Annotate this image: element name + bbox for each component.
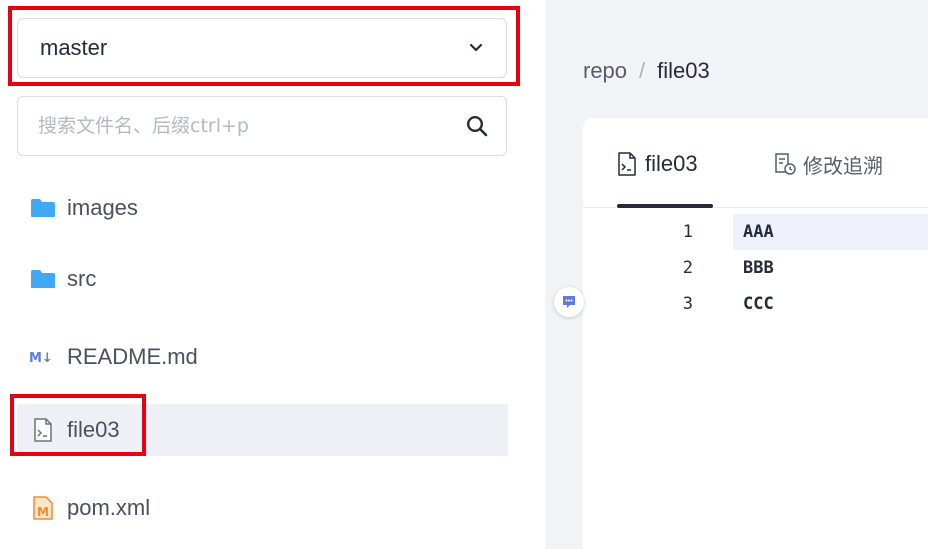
svg-text:M↓: M↓ — [29, 351, 53, 365]
code-view: 1 AAA 2 BBB 3 CCC — [583, 214, 928, 322]
code-line: 3 CCC — [583, 286, 928, 322]
maven-file-icon: M — [29, 496, 57, 520]
add-comment-icon[interactable] — [554, 287, 584, 317]
folder-icon — [29, 196, 57, 220]
blame-icon — [773, 152, 797, 176]
tree-item-label: src — [67, 266, 97, 291]
file-tabs: file03 修改追溯 — [583, 118, 928, 208]
file-search-box[interactable] — [17, 96, 507, 156]
chevron-down-icon — [468, 40, 484, 56]
svg-text:M: M — [37, 505, 49, 519]
line-number[interactable]: 1 — [663, 222, 693, 242]
tab-label: 修改追溯 — [803, 153, 883, 178]
tree-item-src[interactable]: src — [17, 253, 508, 305]
tree-item-label: images — [67, 195, 138, 220]
tree-item-pom[interactable]: M pom.xml — [17, 482, 508, 534]
tab-blame[interactable]: 修改追溯 — [773, 144, 883, 184]
tree-item-label: pom.xml — [67, 495, 151, 520]
tree-item-readme[interactable]: M↓ README.md — [17, 331, 508, 383]
terminal-file-icon — [615, 152, 639, 176]
line-text: BBB — [743, 258, 774, 278]
search-icon[interactable] — [464, 113, 490, 139]
folder-icon — [29, 267, 57, 291]
active-tab-indicator — [617, 204, 713, 208]
breadcrumb: repo / file03 — [583, 58, 710, 84]
breadcrumb-current: file03 — [657, 58, 710, 83]
breadcrumb-separator: / — [639, 58, 646, 83]
branch-selector-value: master — [40, 35, 108, 60]
line-number[interactable]: 3 — [663, 294, 693, 314]
tree-item-label: README.md — [67, 344, 198, 369]
branch-selector[interactable]: master — [17, 18, 507, 78]
code-line: 2 BBB — [583, 250, 928, 286]
tree-item-file03[interactable]: file03 — [17, 404, 508, 456]
line-text: CCC — [743, 294, 774, 314]
file-tree-sidebar: master images src M↓ README.md — [0, 0, 545, 549]
line-number[interactable]: 2 — [663, 258, 693, 278]
file-card: file03 修改追溯 1 AAA 2 BBB 3 CCC — [583, 118, 928, 549]
code-line: 1 AAA — [583, 214, 928, 250]
terminal-file-icon — [29, 418, 57, 442]
tab-file-content[interactable]: file03 — [615, 144, 698, 184]
tab-label: file03 — [645, 151, 698, 176]
tree-item-images[interactable]: images — [17, 182, 508, 234]
breadcrumb-root[interactable]: repo — [583, 58, 627, 84]
tree-item-label: file03 — [67, 417, 120, 442]
markdown-icon: M↓ — [29, 345, 57, 369]
file-viewer: repo / file03 file03 修改追溯 1 AAA 2 BBB 3 … — [545, 0, 928, 549]
file-search-input[interactable] — [38, 115, 464, 137]
line-text: AAA — [743, 222, 774, 242]
